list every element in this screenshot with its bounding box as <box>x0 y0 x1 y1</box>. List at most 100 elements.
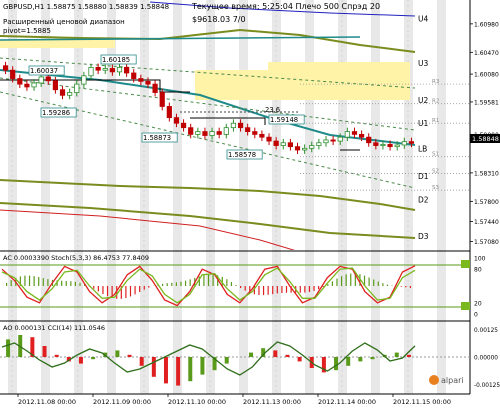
candle-body <box>380 144 386 146</box>
candle-body <box>223 127 229 135</box>
time-tick-label: 2012.11.10 00:00 <box>168 398 226 406</box>
candle-body <box>273 140 279 146</box>
candle-body <box>351 131 358 135</box>
price-tick-label: 1.57440 <box>474 219 499 226</box>
ao-cci-title: AO 0.000131 CCI(14) 111.0546 <box>3 324 105 332</box>
candle-body <box>145 80 151 85</box>
session-stripe <box>206 0 215 394</box>
candle-body <box>31 82 37 88</box>
candle-body <box>124 66 130 74</box>
session-stripe <box>305 0 314 394</box>
candle-body <box>209 131 215 136</box>
level-name: LB <box>418 144 427 153</box>
candle-body <box>24 83 30 88</box>
session-stripe <box>338 0 347 394</box>
candle-body <box>344 131 350 138</box>
price-label: 1.59148 <box>270 116 298 124</box>
candle-body <box>116 66 123 73</box>
session-stripe <box>371 0 380 394</box>
current-price-label: 1.58848 <box>472 135 499 143</box>
ao-bar <box>297 357 302 362</box>
stoch-tick-label: 80 <box>474 267 482 274</box>
ao-bar <box>176 357 181 386</box>
resistance-zone-1 <box>0 40 115 48</box>
price-label: 1.58578 <box>228 151 256 159</box>
candle-body <box>138 78 144 82</box>
ao-bar <box>6 339 11 357</box>
candle-body <box>166 106 172 119</box>
alpari-logo-text: alpari <box>441 376 464 385</box>
candle-body <box>10 69 16 79</box>
resistance-zone-3 <box>268 62 410 76</box>
candle-body <box>52 80 59 91</box>
level-name: D3 <box>418 232 429 241</box>
price-label: 1.60037 <box>30 67 58 75</box>
ao-bar <box>334 357 339 371</box>
candle-body <box>266 136 272 142</box>
ao-bar <box>78 357 83 364</box>
ao-bar <box>188 357 193 382</box>
level-marker <box>461 302 470 310</box>
price-tick-label: 1.59581 <box>474 99 499 106</box>
candle-body <box>81 75 87 85</box>
level-name: U2 <box>418 96 428 105</box>
ao-bar <box>358 357 363 362</box>
price-label: 23.6 <box>265 106 280 114</box>
time-tick-label: 2012.11.14 00:00 <box>318 398 376 406</box>
stoch-tick-label: 20 <box>474 300 482 307</box>
candle-body <box>401 141 407 146</box>
ao-tick-label: -0.00125 <box>474 383 500 389</box>
ao-bar <box>370 357 375 360</box>
ao-bar <box>346 357 351 366</box>
ao-bar <box>273 350 278 357</box>
session-stripe <box>404 0 413 394</box>
ao-bar <box>249 352 254 357</box>
candle-body <box>294 146 301 151</box>
candle-body <box>252 131 258 135</box>
ao-bar <box>139 357 144 366</box>
ao-bar <box>54 354 59 357</box>
server-time: Текущее время: 5:25:04 Плечо 500 Спрэд 2… <box>191 2 380 11</box>
pivot-name: R1 <box>432 118 439 124</box>
price-tick-label: 1.58310 <box>474 170 499 177</box>
ao-bar <box>200 357 205 375</box>
ao-bar <box>163 357 168 384</box>
price-tick-label: 1.57800 <box>474 199 499 206</box>
candle-body <box>67 92 73 96</box>
trading-chart: 1.60037 1.60185 1.59286 1.58873 1.59148 1.585… <box>0 0 500 408</box>
candle-body <box>45 76 51 82</box>
indicator-name: Расширенный ценовой диапазон <box>3 18 125 26</box>
candle-body <box>280 142 286 146</box>
price-label: 1.60185 <box>102 56 130 64</box>
session-stripe <box>437 0 446 394</box>
pivot-name: R3 <box>432 79 440 85</box>
alpari-logo-icon <box>429 375 439 385</box>
ao-tick-label: 0.00000 <box>474 356 498 362</box>
price-label: 1.58873 <box>143 134 171 142</box>
candle-body <box>387 144 393 148</box>
stoch-title: AC 0.0003390 Stoch(5,3,3) 86.4753 77.840… <box>3 254 149 262</box>
price-tick-label: 1.60470 <box>474 50 499 57</box>
level-name: U3 <box>418 59 428 68</box>
candle-body <box>17 78 23 85</box>
candle-body <box>88 66 94 77</box>
candle-body <box>366 136 372 144</box>
session-stripe <box>140 0 149 394</box>
ao-bar <box>151 357 156 377</box>
candle-body <box>180 122 187 129</box>
price-tick-label: 1.60080 <box>474 72 499 79</box>
ao-tick-label: 0.00125 <box>474 328 498 334</box>
level-name: D2 <box>418 196 429 205</box>
ao-bar <box>115 350 120 357</box>
stoch-tick-label: 100 <box>474 256 486 263</box>
price-tick-label: 1.60980 <box>474 21 499 28</box>
time-tick-label: 2012.11.08 00:00 <box>18 398 76 406</box>
candle-body <box>259 133 265 138</box>
candle-body <box>245 127 251 132</box>
ao-bar <box>127 354 132 357</box>
time-tick-label: 2012.11.13 00:00 <box>243 398 301 406</box>
candle-body <box>202 131 208 136</box>
candle-body <box>188 127 194 135</box>
candle-body <box>102 68 108 71</box>
candle-body <box>131 72 137 79</box>
